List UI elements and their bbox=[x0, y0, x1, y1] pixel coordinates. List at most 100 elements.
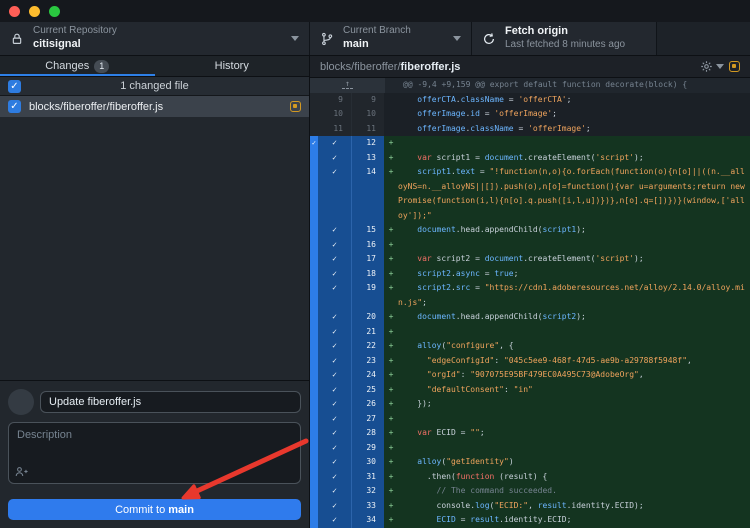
hunk-select-strip[interactable] bbox=[310, 165, 318, 223]
new-line-number: 9 bbox=[352, 93, 384, 108]
window-close-button[interactable] bbox=[9, 6, 20, 17]
hunk-select-strip[interactable] bbox=[310, 484, 318, 499]
hunk-select-strip[interactable] bbox=[310, 441, 318, 456]
diff-options-button[interactable] bbox=[700, 60, 724, 73]
hunk-select-strip[interactable] bbox=[310, 513, 318, 528]
gear-icon bbox=[700, 60, 713, 73]
line-include-checkbox[interactable]: ✓ bbox=[318, 397, 352, 412]
repository-selector[interactable]: Current Repository citisignal bbox=[0, 22, 310, 55]
code-text: offerImage.id = 'offerImage'; bbox=[398, 107, 750, 122]
code-text bbox=[398, 325, 750, 340]
hunk-select-strip[interactable] bbox=[310, 455, 318, 470]
repository-selector-value: citisignal bbox=[33, 38, 117, 52]
hunk-select-strip[interactable] bbox=[310, 281, 318, 310]
person-plus-icon[interactable] bbox=[15, 466, 28, 477]
diff-marker: + bbox=[384, 151, 398, 166]
diff-line-29: ✓29+ bbox=[310, 441, 750, 456]
hunk-select-strip[interactable] bbox=[310, 151, 318, 166]
hunk-select-strip[interactable] bbox=[310, 412, 318, 427]
line-include-checkbox[interactable]: ✓ bbox=[318, 136, 352, 151]
diff-line-26: ✓26+ }); bbox=[310, 397, 750, 412]
code-text: var ECID = ""; bbox=[398, 426, 750, 441]
hunk-select-strip[interactable] bbox=[310, 339, 318, 354]
window-zoom-button[interactable] bbox=[49, 6, 60, 17]
code-text bbox=[398, 412, 750, 427]
new-line-number: 15 bbox=[352, 223, 384, 238]
hunk-select-strip[interactable] bbox=[310, 325, 318, 340]
commit-description-input[interactable] bbox=[8, 422, 301, 484]
new-line-number: 27 bbox=[352, 412, 384, 427]
commit-summary-input[interactable] bbox=[40, 391, 301, 413]
line-include-checkbox[interactable]: ✓ bbox=[318, 455, 352, 470]
tab-history[interactable]: History bbox=[155, 56, 310, 76]
hunk-select-strip[interactable] bbox=[310, 426, 318, 441]
line-include-checkbox[interactable]: ✓ bbox=[318, 441, 352, 456]
diff-line-17: ✓17+ var script2 = document.createElemen… bbox=[310, 252, 750, 267]
hunk-header-text: @@ -9,4 +9,159 @@ export default functio… bbox=[385, 78, 750, 93]
diff-file-name: fiberoffer.js bbox=[401, 61, 461, 73]
line-include-checkbox[interactable]: ✓ bbox=[318, 325, 352, 340]
line-include-checkbox[interactable]: ✓ bbox=[318, 339, 352, 354]
hunk-select-strip[interactable] bbox=[310, 368, 318, 383]
hunk-select-strip[interactable] bbox=[310, 267, 318, 282]
diff-line-19: ✓19+ script2.src = "https://cdn1.adobere… bbox=[310, 281, 750, 310]
diff-line-28: ✓28+ var ECID = ""; bbox=[310, 426, 750, 441]
diff-marker bbox=[384, 122, 398, 137]
diff-line-11: 1111 offerImage.className = 'offerImage'… bbox=[310, 122, 750, 137]
fetch-origin-button[interactable]: Fetch origin Last fetched 8 minutes ago bbox=[472, 22, 657, 55]
new-line-number: 25 bbox=[352, 383, 384, 398]
new-line-number: 14 bbox=[352, 165, 384, 223]
select-all-checkbox[interactable]: ✓ bbox=[8, 80, 21, 93]
hunk-select-strip[interactable] bbox=[310, 310, 318, 325]
sync-icon bbox=[482, 32, 496, 46]
commit-button[interactable]: Commit to main bbox=[8, 499, 301, 520]
hunk-select-strip[interactable] bbox=[310, 252, 318, 267]
code-text: ECID = result.identity.ECID; bbox=[398, 513, 750, 528]
diff-line-21: ✓21+ bbox=[310, 325, 750, 340]
old-line-number: 10 bbox=[318, 107, 352, 122]
new-line-number: 31 bbox=[352, 470, 384, 485]
line-include-checkbox[interactable]: ✓ bbox=[318, 310, 352, 325]
code-text: var script2 = document.createElement('sc… bbox=[398, 252, 750, 267]
line-include-checkbox[interactable]: ✓ bbox=[318, 252, 352, 267]
line-include-checkbox[interactable]: ✓ bbox=[318, 513, 352, 528]
expand-up-icon[interactable]: ↑ bbox=[310, 78, 385, 93]
hunk-select-strip[interactable] bbox=[310, 238, 318, 253]
branch-selector[interactable]: Current Branch main bbox=[310, 22, 472, 55]
hunk-select-strip[interactable] bbox=[310, 397, 318, 412]
code-text: document.head.appendChild(script2); bbox=[398, 310, 750, 325]
hunk-select-strip[interactable]: ✓ bbox=[310, 136, 318, 151]
hunk-select-strip[interactable] bbox=[310, 223, 318, 238]
line-include-checkbox[interactable]: ✓ bbox=[318, 484, 352, 499]
hunk-select-strip[interactable] bbox=[310, 354, 318, 369]
line-include-checkbox[interactable]: ✓ bbox=[318, 354, 352, 369]
diff-marker: + bbox=[384, 513, 398, 528]
line-include-checkbox[interactable]: ✓ bbox=[318, 412, 352, 427]
window-minimize-button[interactable] bbox=[29, 6, 40, 17]
diff-line-23: ✓23+ "edgeConfigId": "045c5ee9-468f-47d5… bbox=[310, 354, 750, 369]
line-include-checkbox[interactable]: ✓ bbox=[318, 238, 352, 253]
line-include-checkbox[interactable]: ✓ bbox=[318, 281, 352, 310]
hunk-select-strip[interactable] bbox=[310, 383, 318, 398]
line-include-checkbox[interactable]: ✓ bbox=[318, 426, 352, 441]
diff-marker: + bbox=[384, 310, 398, 325]
commit-button-label: Commit to bbox=[115, 504, 168, 516]
line-include-checkbox[interactable]: ✓ bbox=[318, 267, 352, 282]
code-text: script1.text = "!function(n,o){o.forEach… bbox=[398, 165, 750, 223]
gutter-strip bbox=[310, 122, 318, 137]
line-include-checkbox[interactable]: ✓ bbox=[318, 383, 352, 398]
line-include-checkbox[interactable]: ✓ bbox=[318, 470, 352, 485]
new-line-number: 21 bbox=[352, 325, 384, 340]
line-include-checkbox[interactable]: ✓ bbox=[318, 499, 352, 514]
file-include-checkbox[interactable]: ✓ bbox=[8, 100, 21, 113]
line-include-checkbox[interactable]: ✓ bbox=[318, 368, 352, 383]
line-include-checkbox[interactable]: ✓ bbox=[318, 151, 352, 166]
line-include-checkbox[interactable]: ✓ bbox=[318, 165, 352, 223]
hunk-select-strip[interactable] bbox=[310, 499, 318, 514]
changed-file-row[interactable]: ✓blocks/fiberoffer/fiberoffer.js bbox=[0, 96, 309, 117]
hunk-select-strip[interactable] bbox=[310, 470, 318, 485]
tab-changes[interactable]: Changes 1 bbox=[0, 56, 155, 76]
diff-marker bbox=[384, 107, 398, 122]
line-include-checkbox[interactable]: ✓ bbox=[318, 223, 352, 238]
code-text: offerImage.className = 'offerImage'; bbox=[398, 122, 750, 137]
